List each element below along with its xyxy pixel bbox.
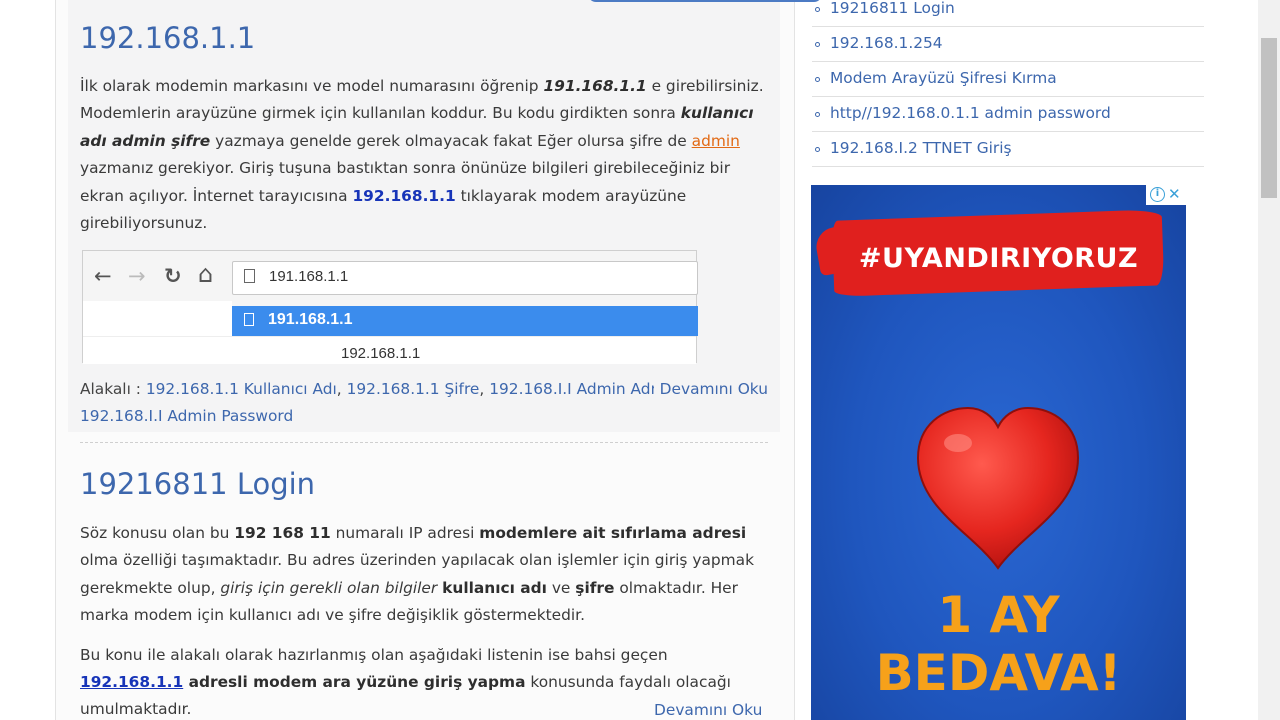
sidebar-link[interactable]: 192.168.1.254 xyxy=(812,27,1204,62)
post-title[interactable]: 192.168.1.1 xyxy=(80,20,768,56)
read-more-link[interactable]: Devamını Oku xyxy=(653,376,768,404)
related-posts-list: 19216811 Login 192.168.1.254 Modem Arayü… xyxy=(812,0,1204,167)
italic-text: giriş için gerekli olan bilgiler xyxy=(220,578,438,597)
search-box-edge[interactable] xyxy=(588,0,822,2)
suggestion-text: 191.168.1.1 xyxy=(268,311,353,328)
ip-link[interactable]: 192.168.1.1 xyxy=(352,187,455,205)
page-icon xyxy=(244,269,255,283)
sidebar-link[interactable]: 19216811 Login xyxy=(812,0,1204,27)
related-link[interactable]: 192.168.I.I Admin Password xyxy=(80,407,293,425)
ad-headline: #UYANDIRIYORUZ xyxy=(858,243,1139,274)
ad-controls: i ✕ xyxy=(1146,185,1186,205)
text-segment: yazmaya genelde gerek olmayacak fakat Eğ… xyxy=(210,131,692,150)
close-icon[interactable]: ✕ xyxy=(1168,185,1181,203)
sidebar-link[interactable]: Modem Arayüzü Şifresi Kırma xyxy=(812,62,1204,97)
bold-text: şifre xyxy=(575,578,615,597)
bullet-icon xyxy=(815,112,820,117)
highlighted-suggestion: 191.168.1.1 xyxy=(232,306,698,336)
heart-icon xyxy=(916,406,1080,570)
article-divider xyxy=(80,442,768,443)
sidebar-link-label[interactable]: Modem Arayüzü Şifresi Kırma xyxy=(830,69,1057,87)
suggestion-text: 192.168.1.1 xyxy=(341,345,421,362)
bullet-icon xyxy=(815,147,820,152)
bold-text: kullanıcı adı xyxy=(442,578,547,597)
separator: , xyxy=(336,380,347,398)
bold-text: 192 168 11 xyxy=(234,524,331,542)
article-paragraph: Söz konusu olan bu 192 168 11 numaralı I… xyxy=(80,520,770,630)
page-scrollbar[interactable] xyxy=(1258,0,1280,720)
sidebar-link-label[interactable]: 192.168.1.254 xyxy=(830,34,943,52)
ad-offer-line: 1 AY xyxy=(937,586,1060,644)
related-link[interactable]: 192.168.1.1 Şifre xyxy=(347,380,480,398)
ad-offer-line: BEDAVA! xyxy=(875,644,1122,702)
text-segment: Söz konusu olan bu xyxy=(80,524,235,542)
text-segment: İlk olarak modemin markasını ve model nu… xyxy=(80,77,544,95)
bullet-icon xyxy=(815,7,820,12)
text-segment: Bu konu ile alakalı olarak hazırlanmış o… xyxy=(80,645,668,664)
text-segment: ve xyxy=(546,578,576,597)
bullet-icon xyxy=(815,42,820,47)
related-link[interactable]: 192.168.I.I Admin Admin xyxy=(489,380,679,398)
advertisement-banner[interactable]: #UYANDIRIYORUZ i ✕ 1 AY BEDAVA! xyxy=(811,185,1186,720)
related-link[interactable]: 192.168.1.1 Kullanıcı Adı xyxy=(146,380,337,398)
back-arrow-icon: ← xyxy=(94,264,112,288)
forward-arrow-icon: → xyxy=(128,264,146,288)
suggestion-gutter xyxy=(83,301,232,336)
page-icon xyxy=(244,313,254,326)
sidebar-link-label[interactable]: 19216811 Login xyxy=(830,0,955,17)
browser-toolbar: ← → ↻ ⌂ 191.168.1.1 xyxy=(83,251,698,301)
article-paragraph: İlk olarak modemin markasını ve model nu… xyxy=(80,73,770,237)
text-segment: numaralı IP adresi xyxy=(330,524,480,542)
sidebar-link-label[interactable]: http//192.168.0.1.1 admin password xyxy=(830,104,1111,122)
separator: , xyxy=(479,380,490,398)
sidebar-link[interactable]: 192.168.I.2 TTNET Giriş xyxy=(812,132,1204,167)
read-more-link[interactable]: Devamını Oku xyxy=(654,697,762,720)
bold-text: modemlere ait sıfırlama adresi xyxy=(479,524,747,542)
home-icon: ⌂ xyxy=(198,260,214,288)
bullet-icon xyxy=(815,77,820,82)
info-icon[interactable]: i xyxy=(1150,187,1165,202)
ip-keyword: 191.168.1.1 xyxy=(543,77,647,95)
admin-link[interactable]: admin xyxy=(692,132,740,150)
related-label: Alakalı : xyxy=(80,380,146,398)
article-19216811-login: 19216811 Login Söz konusu olan bu 192 16… xyxy=(68,450,780,720)
post-title[interactable]: 19216811 Login xyxy=(80,466,768,502)
bold-text: adresli modem ara yüzüne giriş yapma xyxy=(183,673,526,692)
secondary-suggestion: 192.168.1.1 xyxy=(83,336,696,364)
sidebar-link[interactable]: http//192.168.0.1.1 admin password xyxy=(812,97,1204,132)
sidebar-link-label[interactable]: 192.168.I.2 TTNET Giriş xyxy=(830,139,1012,157)
address-text: 191.168.1.1 xyxy=(269,268,349,285)
ip-link[interactable]: 192.168.1.1 xyxy=(80,673,183,691)
address-bar: 191.168.1.1 xyxy=(232,261,698,295)
browser-screenshot: ← → ↻ ⌂ 191.168.1.1 191.168.1.1 192.168.… xyxy=(82,250,698,364)
article-192-168-1-1: 192.168.1.1 İlk olarak modemin markasını… xyxy=(68,0,822,432)
reload-icon: ↻ xyxy=(164,264,182,288)
scrollbar-thumb[interactable] xyxy=(1261,38,1277,198)
